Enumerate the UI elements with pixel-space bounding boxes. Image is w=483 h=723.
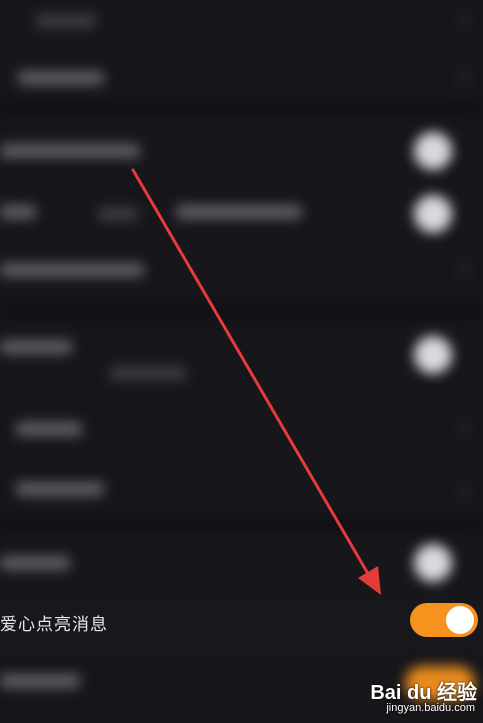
blurred-row [0, 55, 483, 100]
baidu-jingyan-watermark: Bai du 经验 jingyan.baidu.com [357, 676, 477, 720]
settings-screen: 爱心点亮消息 Bai du 经验 jingyan.baidu.com [0, 0, 483, 723]
blurred-row [0, 243, 483, 298]
blurred-row [0, 460, 483, 520]
toggle-knob [446, 606, 474, 634]
blurred-row [0, 0, 483, 55]
watermark-brand: Bai du 经验 [370, 682, 477, 704]
blurred-row [0, 400, 483, 460]
blurred-row [0, 320, 483, 390]
heart-light-message-toggle[interactable] [410, 603, 478, 637]
blurred-row [0, 183, 483, 243]
setting-label: 爱心点亮消息 [0, 615, 108, 635]
blurred-row [0, 534, 483, 596]
blurred-row [0, 118, 483, 183]
watermark-url: jingyan.baidu.com [386, 702, 475, 714]
blurred-settings-list [0, 0, 483, 600]
setting-row-heart-light-message: 爱心点亮消息 [0, 596, 483, 654]
